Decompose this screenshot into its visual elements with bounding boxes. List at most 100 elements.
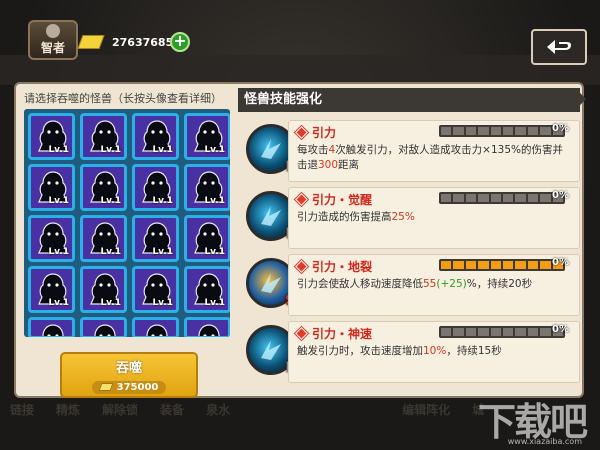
monster-cell[interactable]: Lv.1 — [184, 164, 230, 211]
desc-part: 引力会使敌人移动速度降低 — [297, 278, 423, 290]
swirl-icon — [261, 206, 281, 226]
progress-segment — [503, 261, 514, 269]
monster-grid-container[interactable]: Lv.1 Lv.1 Lv.1 Lv.1 Lv.1 Lv.1 Lv.1 Lv.1 Lv.1 Lv.1… — [24, 109, 230, 337]
progress-segment — [465, 261, 477, 269]
skill-card: 引力・地裂 0% 引力会使敌人移动速度降低55(+25)%，持续20秒 — [288, 254, 580, 316]
monster-level: Lv.1 — [152, 247, 173, 257]
diamond-icon — [295, 193, 308, 206]
diamond-icon — [295, 327, 308, 340]
monster-cell[interactable]: Lv.1 — [184, 113, 230, 160]
monster-cell[interactable]: Lv.1 — [80, 164, 127, 211]
monster-level: Lv.1 — [204, 145, 225, 155]
monster-silhouette-icon — [94, 324, 116, 336]
monster-cell[interactable]: Lv.1 — [28, 266, 75, 313]
monster-level: Lv.1 — [100, 247, 121, 257]
desc-highlight: 25% — [391, 211, 415, 223]
progress-segment — [503, 328, 514, 336]
skill-progress-percent: 0% — [552, 324, 569, 335]
progress-segment — [453, 261, 464, 269]
progress-segment — [490, 328, 502, 336]
devour-cost-value: 375000 — [116, 381, 159, 393]
avatar[interactable]: 智者 — [28, 20, 78, 60]
monster-level: Lv.1 — [204, 298, 225, 308]
monster-skill-panel: 请选择吞噬的怪兽（长按头像查看详细） Lv.1 Lv.1 Lv.1 Lv.1 Lv.1 L… — [14, 82, 584, 398]
back-button[interactable] — [531, 29, 587, 65]
bg-tab: 泉水 — [206, 403, 231, 417]
skill-row[interactable]: E引力・神速0%触发引力时，攻击速度增加10%，持续15秒 — [238, 319, 580, 383]
progress-segment — [465, 194, 477, 202]
gold-coin-icon — [98, 383, 114, 391]
monster-cell[interactable]: Lv.1 — [132, 113, 179, 160]
desc-part: %，持续20秒 — [466, 278, 533, 290]
monster-cell[interactable]: Lv.1 — [80, 215, 127, 262]
bg-tab: 解除锁 — [102, 403, 139, 417]
bg-tab: 装备 — [160, 403, 185, 417]
skill-progress-percent: 0% — [552, 190, 569, 201]
monster-cell[interactable]: Lv.1 — [80, 113, 127, 160]
progress-segment — [490, 127, 502, 135]
monster-level: Lv.1 — [152, 298, 173, 308]
skill-row[interactable]: S引力・地裂0%引力会使敌人移动速度降低55(+25)%，持续20秒 — [238, 252, 580, 316]
monster-cell[interactable] — [132, 317, 179, 337]
progress-segment — [515, 261, 526, 269]
skill-description: 每攻击4次触发引力，对敌人造成攻击力×135%的伤害并击退300距离 — [297, 143, 573, 173]
monster-cell[interactable]: Lv.1 — [28, 215, 75, 262]
monster-level: Lv.1 — [204, 247, 225, 257]
monster-level: Lv.1 — [48, 145, 69, 155]
monster-cell[interactable] — [184, 317, 230, 337]
monster-cell[interactable]: Lv.1 — [28, 164, 75, 211]
monster-level: Lv.1 — [48, 298, 69, 308]
skill-card: 引力 0% 每攻击4次触发引力，对敌人造成攻击力×135%的伤害并击退300距离 — [288, 120, 580, 182]
skill-title-row: 引力・神速 — [295, 325, 372, 342]
monster-cell[interactable] — [80, 317, 127, 337]
skill-card: 引力・神速 0% 触发引力时，攻击速度增加10%，持续15秒 — [288, 321, 580, 383]
avatar-label: 智者 — [40, 41, 65, 55]
desc-highlight: 10% — [423, 345, 447, 357]
progress-segment — [503, 194, 514, 202]
skill-name: 引力・觉醒 — [312, 193, 373, 207]
progress-segment — [478, 194, 489, 202]
bg-tab: 编辑阵化 — [402, 403, 451, 417]
skill-enhance-title: 怪兽技能强化 — [238, 88, 580, 112]
monster-cell[interactable]: Lv.1 — [28, 113, 75, 160]
monster-level: Lv.1 — [48, 196, 69, 206]
progress-segment — [465, 127, 477, 135]
skill-row[interactable]: E引力0%每攻击4次触发引力，对敌人造成攻击力×135%的伤害并击退300距离 — [238, 118, 580, 182]
desc-part: ，持续15秒 — [446, 345, 502, 357]
progress-segment — [515, 328, 526, 336]
bulb-icon — [46, 24, 60, 38]
add-gold-button[interactable]: + — [170, 32, 190, 52]
monster-cell[interactable]: Lv.1 — [132, 164, 179, 211]
progress-segment — [515, 194, 526, 202]
monster-level: Lv.1 — [100, 298, 121, 308]
skill-row[interactable]: E引力・觉醒0%引力造成的伤害提高25% — [238, 185, 580, 249]
progress-segment — [478, 127, 489, 135]
gold-icon — [77, 35, 105, 49]
skill-description: 触发引力时，攻击速度增加10%，持续15秒 — [297, 344, 573, 359]
monster-select-column: 请选择吞噬的怪兽（长按头像查看详细） Lv.1 Lv.1 Lv.1 Lv.1 Lv.1 L… — [24, 90, 230, 398]
monster-cell[interactable]: Lv.1 — [184, 266, 230, 313]
monster-cell[interactable] — [28, 317, 75, 337]
progress-segment — [441, 127, 452, 135]
progress-segment — [453, 194, 464, 202]
monster-silhouette-icon — [198, 324, 220, 336]
skill-list: E引力0%每攻击4次触发引力，对敌人造成攻击力×135%的伤害并击退300距离E… — [238, 118, 580, 386]
desc-part: 每攻击 — [297, 144, 329, 156]
skill-name: 引力・地裂 — [312, 260, 373, 274]
monster-grid: Lv.1 Lv.1 Lv.1 Lv.1 Lv.1 Lv.1 Lv.1 Lv.1 Lv.1 Lv.1… — [28, 113, 230, 337]
bg-tab: 链接 — [10, 403, 35, 417]
progress-segment — [490, 194, 502, 202]
devour-button[interactable]: 吞噬 375000 — [60, 352, 198, 398]
desc-highlight: 55 — [423, 278, 437, 290]
desc-part: 距离 — [338, 159, 360, 171]
monster-cell[interactable]: Lv.1 — [184, 215, 230, 262]
progress-segment — [490, 261, 502, 269]
devour-label: 吞噬 — [115, 361, 142, 376]
diamond-icon — [295, 126, 308, 139]
watermark-url: www.xiazaiba.com — [507, 437, 582, 446]
monster-cell[interactable]: Lv.1 — [80, 266, 127, 313]
gold-amount: 27637685 — [112, 36, 174, 49]
monster-cell[interactable]: Lv.1 — [132, 215, 179, 262]
devour-cost: 375000 — [91, 380, 167, 394]
monster-cell[interactable]: Lv.1 — [132, 266, 179, 313]
